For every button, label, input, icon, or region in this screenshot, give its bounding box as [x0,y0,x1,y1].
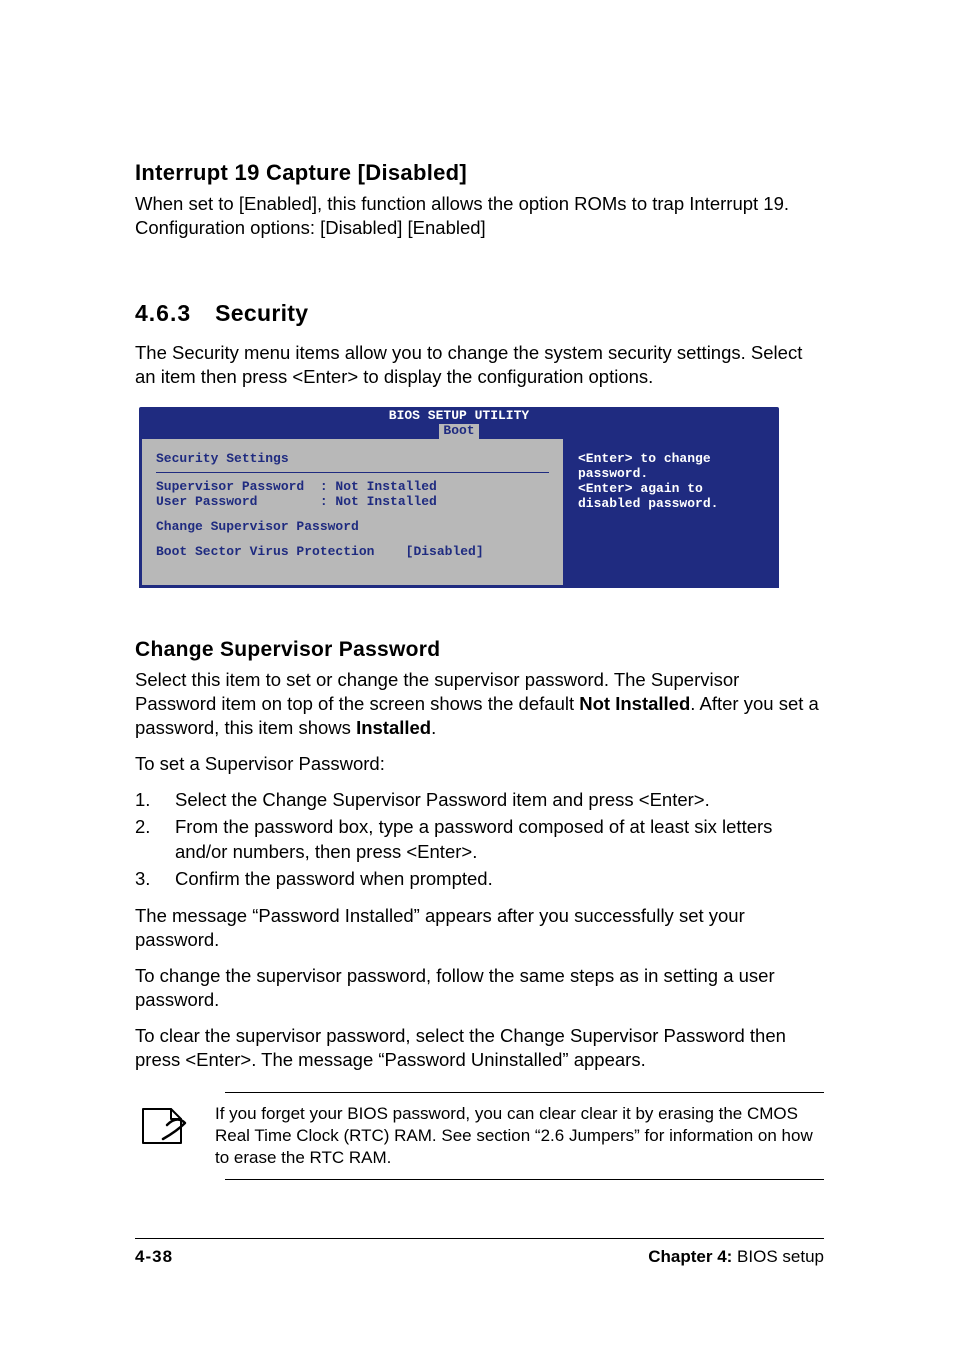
bios-security-settings-label: Security Settings [156,451,549,466]
step-2-text: From the password box, type a password c… [175,815,824,865]
note-icon [137,1105,189,1152]
change-supervisor-p1: Select this item to set or change the su… [135,668,824,740]
bios-help-line-2: password. [578,466,764,481]
note-block: If you forget your BIOS password, you ca… [225,1092,824,1180]
change-password-note: To change the supervisor password, follo… [135,964,824,1012]
bios-help-line-4: disabled password. [578,496,764,511]
step-1: 1. Select the Change Supervisor Password… [135,788,824,813]
step-2: 2. From the password box, type a passwor… [135,815,824,865]
bios-tab-boot: Boot [439,424,478,438]
csp-installed: Installed [356,717,431,738]
page-number: 4-38 [135,1247,173,1267]
bios-supervisor-password-row: Supervisor Password : Not Installed [156,479,549,494]
bios-divider [156,472,549,473]
bios-right-panel: <Enter> to change password. <Enter> agai… [566,439,776,585]
step-1-text: Select the Change Supervisor Password it… [175,788,824,813]
chapter-name: BIOS setup [732,1247,824,1266]
step-3-text: Confirm the password when prompted. [175,867,824,892]
step-1-num: 1. [135,788,175,813]
bios-change-supervisor-row: Change Supervisor Password [156,519,549,534]
security-section-title: Security [215,300,308,327]
bios-left-panel: Security Settings Supervisor Password : … [142,439,566,585]
bios-body: Security Settings Supervisor Password : … [139,439,779,588]
step-3: 3. Confirm the password when prompted. [135,867,824,892]
bios-title: BIOS SETUP UTILITY [139,409,779,423]
security-heading: 4.6.3 Security [135,300,824,327]
step-2-num: 2. [135,815,175,865]
csp-not-installed: Not Installed [579,693,690,714]
chapter-label: Chapter 4: BIOS setup [648,1247,824,1267]
bios-bootsector-row: Boot Sector Virus Protection [Disabled] [156,544,549,559]
step-3-num: 3. [135,867,175,892]
change-supervisor-heading: Change Supervisor Password [135,638,824,662]
clear-password-note: To clear the supervisor password, select… [135,1024,824,1072]
bios-screenshot: BIOS SETUP UTILITY Boot Security Setting… [139,407,779,588]
password-installed-msg: The message “Password Installed” appears… [135,904,824,952]
csp-text-c: . [431,717,436,738]
bios-user-password-row: User Password : Not Installed [156,494,549,509]
to-set-label: To set a Supervisor Password: [135,752,824,776]
steps-list: 1. Select the Change Supervisor Password… [135,788,824,892]
bios-help-line-3: <Enter> again to [578,481,764,496]
page-footer: 4-38 Chapter 4: BIOS setup [135,1238,824,1267]
bios-header: BIOS SETUP UTILITY Boot [139,407,779,439]
chapter-prefix: Chapter 4: [648,1247,732,1266]
bios-help-line-1: <Enter> to change [578,451,764,466]
interrupt19-heading: Interrupt 19 Capture [Disabled] [135,160,824,186]
security-section-number: 4.6.3 [135,300,191,327]
interrupt19-text: When set to [Enabled], this function all… [135,192,824,240]
note-text: If you forget your BIOS password, you ca… [215,1103,824,1169]
security-intro: The Security menu items allow you to cha… [135,341,824,389]
